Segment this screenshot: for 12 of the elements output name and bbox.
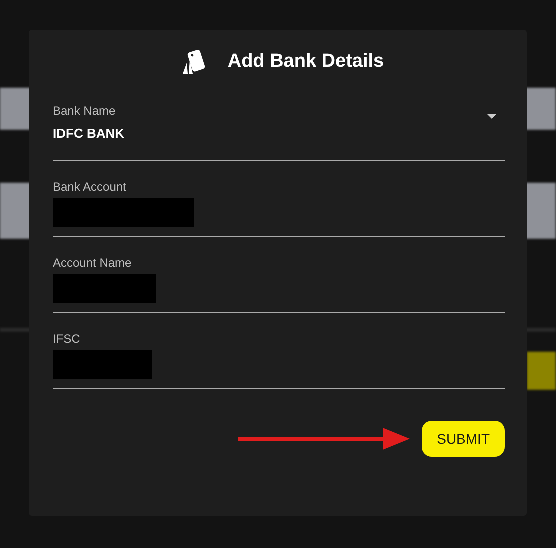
field-label: IFSC bbox=[53, 332, 82, 346]
field-value: IDFC BANK bbox=[53, 126, 124, 140]
submit-button[interactable]: SUBMIT bbox=[422, 421, 505, 457]
dropdown-caret-icon[interactable] bbox=[487, 114, 497, 120]
field-label: Account Name bbox=[53, 256, 133, 270]
input-field[interactable]: Account Name bbox=[53, 250, 505, 313]
input-field[interactable]: IFSC bbox=[53, 326, 505, 389]
field-label: Bank Account bbox=[53, 180, 128, 194]
field-label: Bank Name bbox=[53, 104, 117, 118]
input-field[interactable]: Bank Account bbox=[53, 174, 505, 237]
input-field[interactable]: Bank Name IDFC BANK bbox=[53, 98, 505, 161]
dialog-title: Add Bank Details bbox=[228, 51, 384, 73]
